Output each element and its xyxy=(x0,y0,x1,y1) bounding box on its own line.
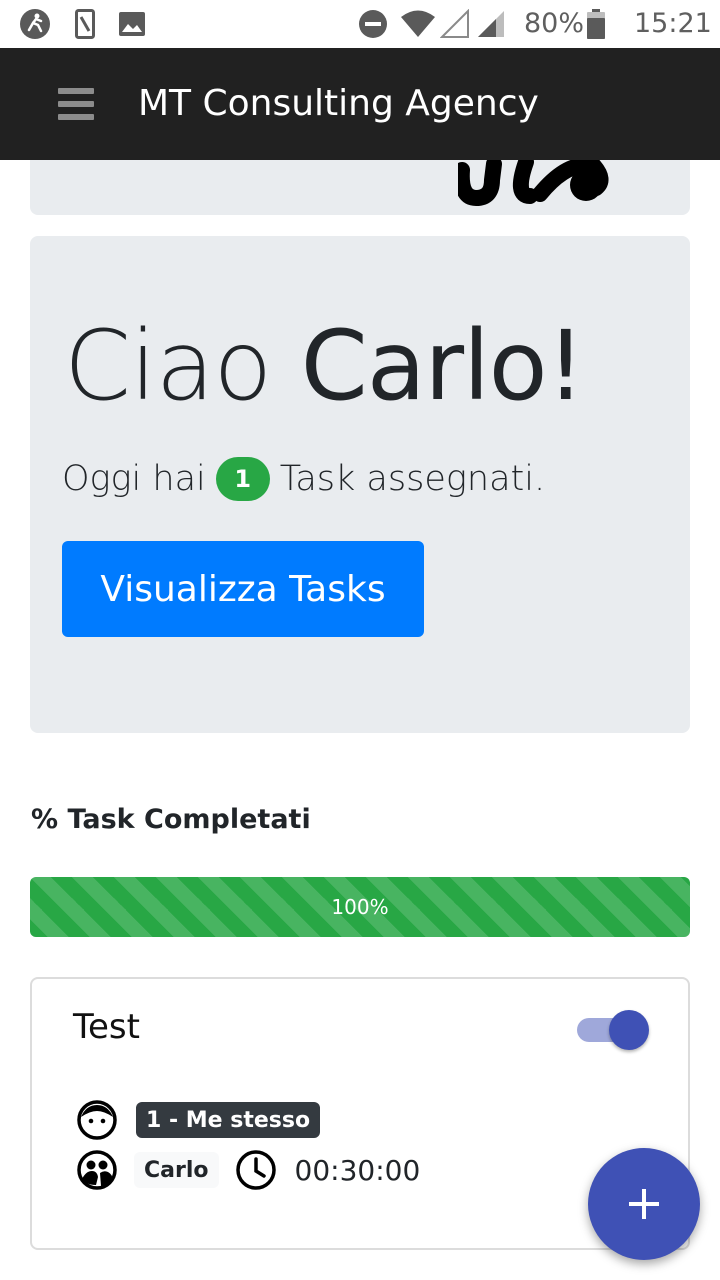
welcome-jumbotron: Ciao Carlo! Oggi hai 1 Task assegnati. V… xyxy=(30,236,690,733)
app-bar: MT Consulting Agency xyxy=(0,48,720,160)
lead-prefix: Oggi hai xyxy=(62,459,206,499)
owner-row: Carlo 00:30:00 xyxy=(76,1149,420,1191)
plus-icon xyxy=(629,1189,659,1219)
view-tasks-button[interactable]: Visualizza Tasks xyxy=(62,541,424,637)
battery-percent: 80% xyxy=(524,8,585,39)
task-title: Test xyxy=(73,1007,140,1047)
running-app-icon xyxy=(18,8,52,40)
completion-progress-bar: 100% xyxy=(30,877,690,937)
completed-tasks-title: % Task Completati xyxy=(31,804,311,835)
task-summary: Oggi hai 1 Task assegnati. xyxy=(62,454,545,504)
owner-badge: Carlo xyxy=(134,1152,219,1188)
clock: 15:21 xyxy=(634,8,712,39)
assignee-row: 1 - Me stesso xyxy=(76,1099,321,1141)
greeting-heading: Ciao Carlo! xyxy=(64,306,585,426)
task-duration: 00:30:00 xyxy=(294,1153,421,1187)
battery-icon xyxy=(586,8,606,40)
status-bar: 80% 15:21 xyxy=(0,0,720,48)
greeting-prefix: Ciao xyxy=(64,310,272,422)
wifi-icon xyxy=(400,8,436,40)
lead-suffix: Task assegnati. xyxy=(279,459,546,499)
assignee-badge: 1 - Me stesso xyxy=(136,1102,321,1138)
signal-icon xyxy=(476,8,506,40)
do-not-disturb-icon xyxy=(358,8,388,40)
task-toggle[interactable] xyxy=(577,1010,651,1050)
face-icon xyxy=(76,1099,118,1141)
hamburger-menu-icon[interactable] xyxy=(58,88,94,120)
greeting-name: Carlo! xyxy=(300,310,585,422)
image-icon xyxy=(118,8,146,40)
add-task-fab[interactable] xyxy=(588,1148,700,1260)
task-count-badge: 1 xyxy=(215,457,270,501)
group-icon xyxy=(76,1149,118,1191)
completion-progress: 100% xyxy=(30,877,690,937)
phone-sim-icon xyxy=(74,8,96,40)
app-title: MT Consulting Agency xyxy=(138,83,539,124)
toggle-thumb xyxy=(609,1010,649,1050)
signal-empty-icon xyxy=(440,8,470,40)
clock-icon xyxy=(235,1149,277,1191)
